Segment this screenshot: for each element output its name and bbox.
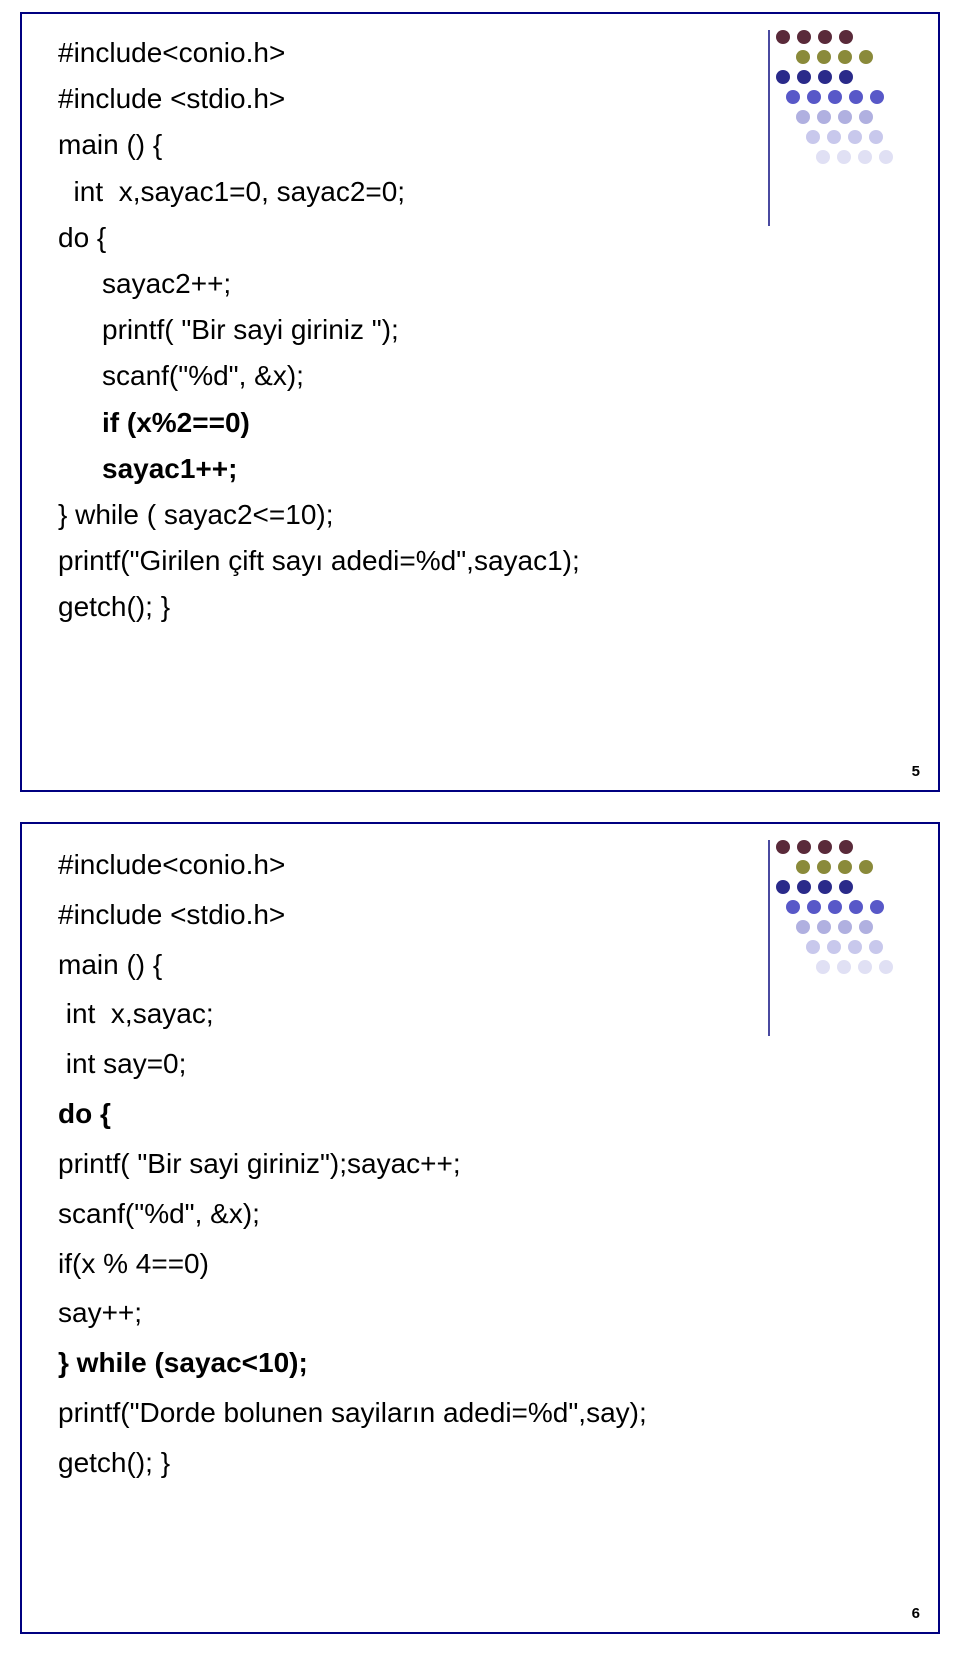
code-line: say++; bbox=[58, 1288, 758, 1338]
decorative-dot-grid bbox=[776, 840, 916, 980]
decorative-vline bbox=[768, 30, 770, 226]
code-line: main () { bbox=[58, 122, 758, 168]
code-line: sayac1++; bbox=[58, 446, 758, 492]
code-line: int say=0; bbox=[58, 1039, 758, 1089]
code-line: scanf("%d", &x); bbox=[58, 353, 758, 399]
code-line: getch(); } bbox=[58, 1438, 758, 1488]
page-number: 5 bbox=[912, 763, 920, 780]
code-line: printf( "Bir sayi giriniz "); bbox=[58, 307, 758, 353]
code-line: printf("Dorde bolunen sayiların adedi=%d… bbox=[58, 1388, 758, 1438]
code-line: #include<conio.h> bbox=[58, 30, 758, 76]
code-line: main () { bbox=[58, 940, 758, 990]
code-line: printf("Girilen çift sayı adedi=%d",saya… bbox=[58, 538, 758, 584]
code-line: } while (sayac<10); bbox=[58, 1338, 758, 1388]
code-line: int x,sayac; bbox=[58, 989, 758, 1039]
code-line: #include<conio.h> bbox=[58, 840, 758, 890]
decorative-vline bbox=[768, 840, 770, 1036]
code-line: printf( "Bir sayi giriniz");sayac++; bbox=[58, 1139, 758, 1189]
code-line: scanf("%d", &x); bbox=[58, 1189, 758, 1239]
code-line: if (x%2==0) bbox=[58, 400, 758, 446]
code-line: sayac2++; bbox=[58, 261, 758, 307]
decorative-dot-grid bbox=[776, 30, 916, 170]
page-number: 6 bbox=[912, 1605, 920, 1622]
code-line: #include <stdio.h> bbox=[58, 890, 758, 940]
code-line: } while ( sayac2<=10); bbox=[58, 492, 758, 538]
code-line: int x,sayac1=0, sayac2=0; bbox=[58, 169, 758, 215]
code-line: do { bbox=[58, 1089, 758, 1139]
code-block-1: #include<conio.h> #include <stdio.h> mai… bbox=[58, 30, 758, 630]
code-line: if(x % 4==0) bbox=[58, 1239, 758, 1289]
slide-2: #include<conio.h> #include <stdio.h> mai… bbox=[20, 822, 940, 1634]
code-line: do { bbox=[58, 215, 758, 261]
code-block-2: #include<conio.h> #include <stdio.h> mai… bbox=[58, 840, 758, 1488]
code-line: #include <stdio.h> bbox=[58, 76, 758, 122]
slide-1: #include<conio.h> #include <stdio.h> mai… bbox=[20, 12, 940, 792]
code-line: getch(); } bbox=[58, 584, 758, 630]
